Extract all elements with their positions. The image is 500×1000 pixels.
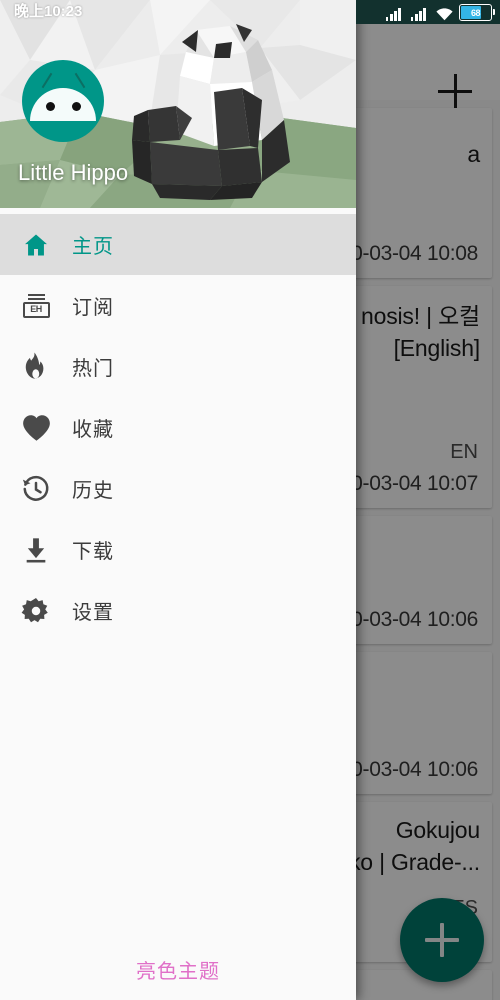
drawer-item-label: 主页 xyxy=(72,236,114,258)
drawer-item-downloads[interactable]: 下载 xyxy=(0,519,356,580)
home-icon xyxy=(0,231,72,259)
drawer-item-subscriptions[interactable]: EH 订阅 xyxy=(0,275,356,336)
robot-face-icon xyxy=(30,88,96,121)
eye-icon xyxy=(72,102,81,111)
navigation-drawer: Little Hippo 主页 EH 订阅 热门 收藏 历史 下载 设置 亮色主… xyxy=(0,0,356,1000)
gear-icon xyxy=(0,596,72,626)
antenna-icon xyxy=(74,72,86,89)
theme-toggle-link[interactable]: 亮色主题 xyxy=(0,955,356,984)
drawer-menu: 主页 EH 订阅 热门 收藏 历史 下载 设置 xyxy=(0,208,356,641)
download-icon xyxy=(0,536,72,564)
drawer-item-settings[interactable]: 设置 xyxy=(0,580,356,641)
phone-screen: a 2020-03-04 10:08 nosis! | 오컬 [English]… xyxy=(0,0,500,1000)
heart-icon xyxy=(0,414,72,442)
drawer-header: Little Hippo xyxy=(0,0,356,208)
drawer-item-label: 设置 xyxy=(72,602,114,624)
drawer-item-favorites[interactable]: 收藏 xyxy=(0,397,356,458)
username-label: Little Hippo xyxy=(18,160,129,185)
antenna-icon xyxy=(41,72,53,89)
history-clock-icon xyxy=(0,474,72,504)
avatar[interactable] xyxy=(22,60,104,142)
drawer-item-label: 热门 xyxy=(72,358,114,380)
drawer-item-label: 下载 xyxy=(72,541,114,563)
drawer-item-history[interactable]: 历史 xyxy=(0,458,356,519)
drawer-item-home[interactable]: 主页 xyxy=(0,214,356,275)
drawer-item-label: 订阅 xyxy=(72,297,114,319)
drawer-item-label: 历史 xyxy=(72,480,114,502)
eh-subscription-icon: EH xyxy=(0,293,72,318)
flame-icon xyxy=(0,352,72,382)
drawer-item-label: 收藏 xyxy=(72,419,114,441)
eye-icon xyxy=(46,102,55,111)
drawer-item-popular[interactable]: 热门 xyxy=(0,336,356,397)
